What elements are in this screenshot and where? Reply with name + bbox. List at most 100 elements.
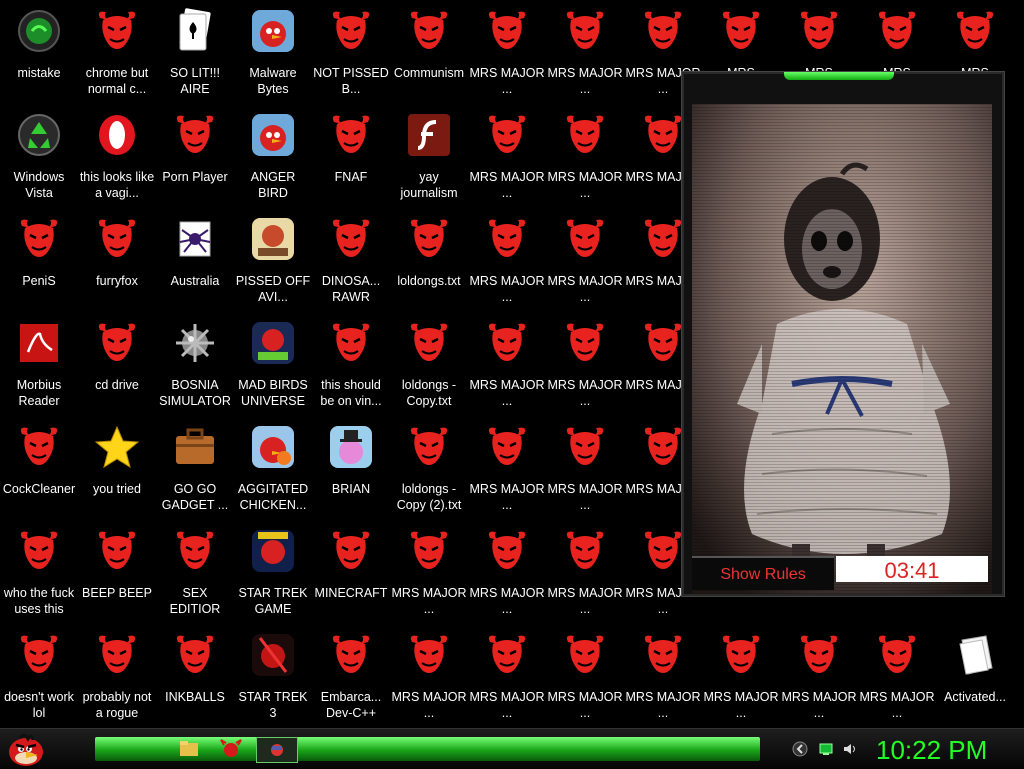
- desktop-icon[interactable]: loldongs - Copy (2).txt: [391, 418, 467, 518]
- desktop-icon-label: chrome but normal c...: [85, 66, 149, 96]
- tray-volume-icon[interactable]: [842, 741, 858, 757]
- paper-icon: [959, 635, 993, 675]
- desktop-icon[interactable]: loldongs - Copy.txt: [391, 314, 467, 414]
- desktop-icon[interactable]: chrome but normal c...: [79, 2, 155, 102]
- desktop-icon[interactable]: AGGITATED CHICKEN...: [235, 418, 311, 518]
- desktop-icon[interactable]: MRS MAJOR ...: [469, 106, 545, 206]
- desktop-icon[interactable]: yay journalism: [391, 106, 467, 206]
- desktop-icon[interactable]: Windows Vista: [1, 106, 77, 206]
- devil-icon: [644, 427, 682, 465]
- devil-icon: [176, 531, 214, 569]
- taskbar-active-bird-icon[interactable]: [256, 737, 298, 763]
- desktop-icon[interactable]: GO GO GADGET ...: [157, 418, 233, 518]
- desktop-icon[interactable]: Morbius Reader: [1, 314, 77, 414]
- desktop-icon[interactable]: ANGER BIRD: [235, 106, 311, 206]
- desktop-icon[interactable]: SEX EDITIOR: [157, 522, 233, 622]
- desktop-icon[interactable]: MRS MAJOR ...: [625, 626, 701, 726]
- desktop-icon-label: MRS MAJOR ...: [547, 482, 623, 512]
- desktop-icon[interactable]: who the fuck uses this: [1, 522, 77, 622]
- desktop-icon[interactable]: STAR TREK GAME: [235, 522, 311, 622]
- taskbar-explorer-folder-icon[interactable]: [172, 737, 206, 761]
- taskbar-devil-icon[interactable]: [214, 737, 248, 761]
- desktop-icon-label: MRS MAJOR ...: [469, 274, 545, 304]
- desktop-icon[interactable]: MRS MAJOR ...: [469, 418, 545, 518]
- desktop-icon[interactable]: loldongs.txt: [391, 210, 467, 310]
- desktop-icon[interactable]: MRS MAJOR ...: [391, 522, 467, 622]
- desktop-icon-label: MAD BIRDS UNIVERSE: [238, 378, 308, 408]
- desktop-icon[interactable]: MRS MAJOR ...: [391, 626, 467, 726]
- show-rules-button[interactable]: Show Rules: [692, 556, 834, 590]
- tray-network-icon[interactable]: [818, 741, 834, 757]
- desktop-icon[interactable]: Activated...: [937, 626, 1013, 726]
- desktop-icon-label: Morbius Reader: [16, 378, 62, 408]
- desktop-icon[interactable]: MRS MAJOR ...: [547, 626, 623, 726]
- countdown-timer: 03:41: [836, 556, 988, 582]
- desktop-icon-label: furryfox: [96, 274, 138, 288]
- desktop-icon[interactable]: Porn Player: [157, 106, 233, 206]
- desktop-icon[interactable]: CockCleaner: [1, 418, 77, 518]
- taskbar-clock[interactable]: 10:22 PM: [876, 733, 987, 767]
- desktop-icon[interactable]: this looks like a vagi...: [79, 106, 155, 206]
- desktop-icon[interactable]: Australia: [157, 210, 233, 310]
- desktop-icon[interactable]: MRS MAJOR ...: [547, 418, 623, 518]
- devil-icon: [20, 531, 58, 569]
- desktop-icon[interactable]: MRS MAJOR ...: [469, 2, 545, 102]
- desktop-icon-label: MRS MAJOR ...: [547, 586, 623, 616]
- desktop-icon[interactable]: MRS MAJOR ...: [859, 626, 935, 726]
- tray-back-arrow-icon[interactable]: [792, 741, 808, 757]
- start-button-angry-bird-icon[interactable]: [6, 730, 46, 768]
- widget-top-handle[interactable]: [784, 72, 894, 80]
- desktop-icon-label: mistake: [17, 66, 61, 80]
- desktop-icon[interactable]: INKBALLS: [157, 626, 233, 726]
- desktop-icon[interactable]: FNAF: [313, 106, 389, 206]
- desktop-icon[interactable]: probably not a rogue: [79, 626, 155, 726]
- devil-icon: [722, 635, 760, 673]
- desktop-icon-label: probably not a rogue: [82, 690, 152, 720]
- desktop-icon[interactable]: STAR TREK 3: [235, 626, 311, 726]
- desktop-icon[interactable]: PISSED OFF AVI...: [235, 210, 311, 310]
- desktop-icon[interactable]: MRS MAJOR ...: [703, 626, 779, 726]
- desktop-icon-label: cd drive: [95, 378, 139, 392]
- devil-icon: [878, 11, 916, 49]
- space-bird-icon: [252, 322, 294, 364]
- desktop-icon[interactable]: mistake: [1, 2, 77, 102]
- desktop-icon[interactable]: you tried: [79, 418, 155, 518]
- desktop-icon[interactable]: MRS MAJOR ...: [469, 314, 545, 414]
- desktop-icon-label: doesn't work lol: [4, 690, 74, 720]
- desktop-icon[interactable]: MRS MAJOR ...: [469, 522, 545, 622]
- desktop-icon[interactable]: DINOSA... RAWR: [313, 210, 389, 310]
- desktop-icon[interactable]: cd drive: [79, 314, 155, 414]
- devil-icon: [488, 11, 526, 49]
- desktop-icon[interactable]: doesn't work lol: [1, 626, 77, 726]
- mine-icon: [176, 324, 214, 362]
- desktop-icon[interactable]: MRS MAJOR ...: [547, 2, 623, 102]
- desktop-icon[interactable]: this should be on vin...: [313, 314, 389, 414]
- desktop-icon[interactable]: NOT PISSED B...: [313, 2, 389, 102]
- desktop-icon[interactable]: MRS MAJOR ...: [547, 522, 623, 622]
- desktop-icon-label: PeniS: [22, 274, 56, 288]
- desktop-icon[interactable]: Embarca... Dev-C++: [313, 626, 389, 726]
- desktop-icon[interactable]: Communism: [391, 2, 467, 102]
- devil-icon: [98, 11, 136, 49]
- desktop-icon[interactable]: MRS MAJOR ...: [469, 626, 545, 726]
- devil-icon: [410, 531, 448, 569]
- desktop-icon-label: MRS MAJOR ...: [469, 170, 545, 200]
- desktop-icon[interactable]: SO LIT!!! AIRE: [157, 2, 233, 102]
- desktop-icon[interactable]: MRS MAJOR ...: [781, 626, 857, 726]
- desktop-icon-label: loldongs - Copy (2).txt: [396, 482, 462, 512]
- desktop-icon[interactable]: MRS MAJOR ...: [547, 210, 623, 310]
- desktop-icon[interactable]: MRS MAJOR ...: [469, 210, 545, 310]
- desktop-icon[interactable]: BEEP BEEP: [79, 522, 155, 622]
- desktop-icon[interactable]: PeniS: [1, 210, 77, 310]
- desktop-icon[interactable]: MINECRAFT: [313, 522, 389, 622]
- desktop-icon[interactable]: MAD BIRDS UNIVERSE: [235, 314, 311, 414]
- desktop-icon[interactable]: BRIAN: [313, 418, 389, 518]
- opera-icon: [99, 115, 135, 155]
- devil-icon: [566, 115, 604, 153]
- desktop-icon[interactable]: MRS MAJOR ...: [547, 314, 623, 414]
- devil-icon: [644, 635, 682, 673]
- desktop-icon[interactable]: Malware Bytes: [235, 2, 311, 102]
- desktop-icon[interactable]: furryfox: [79, 210, 155, 310]
- desktop-icon[interactable]: MRS MAJOR ...: [547, 106, 623, 206]
- desktop-icon[interactable]: BOSNIA SIMULATOR: [157, 314, 233, 414]
